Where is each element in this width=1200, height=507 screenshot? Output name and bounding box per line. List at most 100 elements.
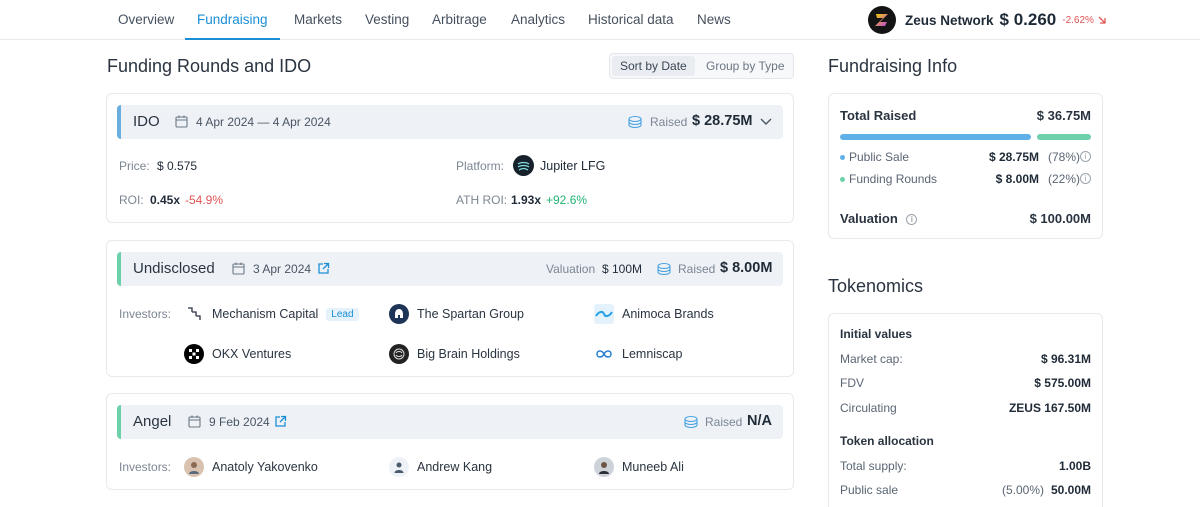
info-icon[interactable]: i (906, 214, 918, 226)
user-icon (389, 457, 409, 477)
total-supply-label: Total supply: (840, 459, 907, 473)
tab-historical-data[interactable]: Historical data (588, 0, 674, 40)
raised-value: $ 28.75M (692, 113, 753, 129)
external-link-icon[interactable] (317, 262, 330, 275)
external-link-icon[interactable] (274, 415, 287, 428)
price-value: $ 0.575 (157, 159, 198, 173)
round-card-angel: Angel 9 Feb 2024 Raised N/A Investors: A… (106, 393, 794, 490)
initial-values-heading: Initial values (840, 327, 913, 341)
fdv-label: FDV (840, 376, 864, 390)
round-date: 4 Apr 2024 — 4 Apr 2024 (196, 115, 331, 129)
token-header: Zeus Network $ 0.260 -2.62% (868, 6, 1107, 34)
platform-value[interactable]: Jupiter LFG (540, 159, 605, 173)
top-nav: Overview Fundraising Markets Vesting Arb… (0, 0, 1200, 40)
raised-label: Raised (705, 415, 743, 429)
tab-fundraising[interactable]: Fundraising (185, 0, 280, 40)
investor-muneeb-ali[interactable]: Muneeb Ali (594, 456, 684, 478)
spartan-group-icon (389, 304, 409, 324)
platform-label: Platform: (456, 159, 505, 173)
investors-label: Investors: (119, 460, 172, 474)
total-raised-value: $ 36.75M (1036, 108, 1091, 123)
okx-ventures-icon (184, 344, 204, 364)
raised-label: Raised (650, 115, 688, 129)
fdv-value: $ 575.00M (1034, 376, 1091, 390)
token-change: -2.62% (1062, 14, 1094, 26)
funding-rounds-bar (1037, 134, 1091, 140)
chevron-down-icon[interactable] (760, 117, 772, 126)
price-label: Price: (119, 159, 150, 173)
public-sale-value: $ 28.75M (988, 150, 1039, 164)
token-allocation-heading: Token allocation (840, 434, 934, 448)
investor-the-spartan-group[interactable]: The Spartan Group (389, 303, 524, 325)
funding-rounds-pct: (22%) (1047, 172, 1080, 186)
info-icon[interactable]: i (1080, 151, 1091, 162)
round-date: 9 Feb 2024 (209, 415, 270, 429)
round-card-ido: IDO 4 Apr 2024 — 4 Apr 2024 Raised $ 28.… (106, 93, 794, 223)
raise-split-bar (840, 134, 1091, 140)
valuation-value: $ 100.00M (1029, 211, 1091, 226)
roi-change: -54.9% (185, 193, 224, 207)
valuation-label: Valuation i (840, 211, 918, 226)
public-sale-value: 50.00M (1050, 483, 1091, 497)
circulating-label: Circulating (840, 401, 897, 415)
investor-okx-ventures[interactable]: OKX Ventures (184, 343, 291, 365)
market-cap-label: Market cap: (840, 352, 903, 366)
investor-lemniscap[interactable]: Lemniscap (594, 343, 682, 365)
calendar-icon (188, 415, 201, 428)
tab-markets[interactable]: Markets (294, 0, 342, 40)
sort-by-date-button[interactable]: Sort by Date (612, 56, 695, 76)
total-raised-label: Total Raised (840, 108, 917, 123)
investor-animoca-brands[interactable]: Animoca Brands (594, 303, 714, 325)
tab-overview[interactable]: Overview (118, 0, 174, 40)
investors-label: Investors: (119, 307, 172, 321)
tab-arbitrage[interactable]: Arbitrage (432, 0, 487, 40)
round-header[interactable]: IDO 4 Apr 2024 — 4 Apr 2024 Raised $ 28.… (117, 105, 783, 139)
investor-andrew-kang[interactable]: Andrew Kang (389, 456, 492, 478)
coins-icon (628, 115, 642, 129)
raised-value: $ 8.00M (720, 260, 773, 276)
funding-rounds-value: $ 8.00M (995, 172, 1039, 186)
round-header[interactable]: Angel 9 Feb 2024 Raised N/A (117, 405, 783, 439)
total-supply-value: 1.00B (1058, 459, 1091, 473)
coins-icon (684, 415, 698, 429)
ath-roi-value: 1.93x (511, 193, 542, 207)
tokenomics-card: Initial values Market cap: $ 96.31M FDV … (828, 313, 1103, 507)
calendar-icon (175, 115, 188, 128)
sort-toggle: Sort by Date Group by Type (609, 53, 794, 79)
lead-badge: Lead (326, 307, 359, 321)
investor-big-brain-holdings[interactable]: Big Brain Holdings (389, 343, 520, 365)
investor-mechanism-capital[interactable]: Mechanism Capital Lead (184, 303, 359, 325)
round-header[interactable]: Undisclosed 3 Apr 2024 Valuation $ 100M … (117, 252, 783, 286)
group-by-type-button[interactable]: Group by Type (698, 56, 793, 76)
round-type: IDO (133, 113, 160, 130)
tab-analytics[interactable]: Analytics (511, 0, 565, 40)
round-type: Undisclosed (133, 260, 215, 277)
jupiter-logo-icon (513, 155, 534, 176)
tab-news[interactable]: News (697, 0, 731, 40)
round-type: Angel (133, 413, 172, 430)
zeus-logo-icon (868, 6, 896, 34)
public-sale-pct: (78%) (1047, 150, 1080, 164)
ath-roi-change: +92.6% (546, 193, 588, 207)
mechanism-capital-icon (184, 304, 204, 324)
info-icon[interactable]: i (1080, 173, 1091, 184)
roi-label: ROI: (119, 193, 144, 207)
tab-vesting[interactable]: Vesting (365, 0, 409, 40)
avatar (184, 457, 204, 477)
tokenomics-title: Tokenomics (828, 276, 924, 296)
investor-anatoly-yakovenko[interactable]: Anatoly Yakovenko (184, 456, 318, 478)
public-sale-dot (840, 155, 845, 161)
animoca-brands-icon (594, 304, 614, 324)
public-sale-label: Public sale (840, 483, 899, 497)
calendar-icon (232, 262, 245, 275)
public-sale-pct: (5.00%) (1001, 483, 1044, 497)
big-brain-holdings-icon (389, 344, 409, 364)
valuation-label: Valuation (546, 262, 596, 276)
funding-rounds-dot (840, 177, 845, 183)
fundraising-info-title: Fundraising Info (828, 56, 958, 76)
public-sale-bar (840, 134, 1031, 140)
raised-value: N/A (747, 413, 772, 429)
ath-roi-label: ATH ROI: (456, 193, 508, 207)
coins-icon (657, 262, 671, 276)
funding-rounds-title: Funding Rounds and IDO (107, 56, 312, 76)
